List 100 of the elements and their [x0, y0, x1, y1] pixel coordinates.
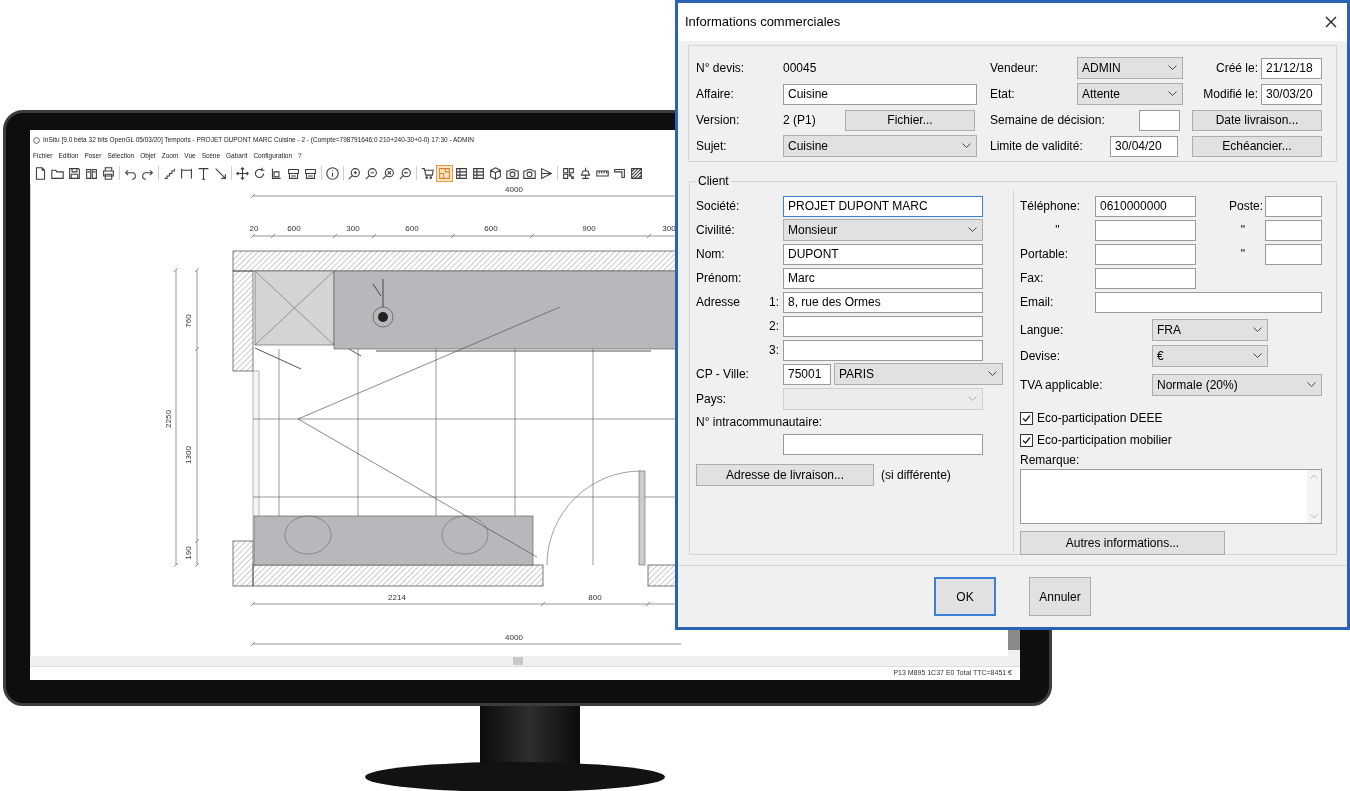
field-label: Affaire:: [696, 86, 735, 103]
quote-number: 00045: [783, 60, 818, 77]
chevron-down-icon: [968, 396, 977, 402]
chevron-down-icon: [1253, 353, 1262, 359]
dimension-label: 760: [184, 314, 193, 328]
field-label: Adresse: [696, 294, 742, 311]
text-field[interactable]: [783, 339, 983, 361]
schedule-button[interactable]: Echéancier...: [1192, 135, 1322, 157]
dimension-label: 300: [346, 224, 360, 233]
text-field[interactable]: [783, 315, 983, 337]
text-field[interactable]: Cuisine: [783, 83, 977, 105]
dimension-label: 4000: [505, 633, 523, 642]
field-label: Téléphone:: [1020, 198, 1082, 215]
dimension-label: 2214: [388, 593, 406, 602]
field-label: Remarque:: [1020, 452, 1081, 469]
field-label: Créé le:: [1214, 60, 1259, 77]
text-field[interactable]: [783, 433, 983, 455]
field-label: Semaine de décision:: [990, 112, 1106, 129]
dropdown[interactable]: FRA: [1152, 319, 1268, 341]
delivery-address-button[interactable]: Adresse de livraison...: [696, 464, 874, 486]
field-label: Pays:: [696, 391, 727, 408]
dimension-label: 190: [184, 546, 193, 560]
text-field[interactable]: 30/04/20: [1110, 135, 1178, 157]
text-field[interactable]: [1095, 243, 1196, 265]
field-label: CP - Ville:: [696, 366, 750, 383]
field-label: Langue:: [1020, 322, 1065, 339]
other-info-button[interactable]: Autres informations...: [1020, 531, 1225, 555]
cancel-button[interactable]: Annuler: [1029, 577, 1091, 616]
address-line-number: 3:: [768, 342, 780, 359]
text-field[interactable]: [1095, 219, 1196, 241]
dimension-label: 20: [249, 224, 259, 233]
checkbox-label: Eco-participation DEEE: [1037, 410, 1163, 427]
info-icon[interactable]: [324, 164, 341, 182]
text-field[interactable]: Marc: [783, 267, 983, 289]
ok-button[interactable]: OK: [934, 577, 996, 616]
field-label: TVA applicable:: [1020, 377, 1104, 394]
chevron-down-icon: [962, 143, 971, 149]
delivery-note: (si différente): [881, 467, 952, 484]
dimension-label: 800: [588, 593, 602, 602]
field-label: Devise:: [1020, 348, 1061, 365]
dropdown[interactable]: Monsieur: [783, 219, 983, 241]
ditto-mark: ": [1054, 222, 1061, 239]
text-field[interactable]: [1265, 243, 1322, 265]
ditto-mark: ": [1239, 222, 1246, 239]
field-label: Version:: [696, 112, 741, 129]
address-line-number: 2:: [768, 318, 780, 335]
dropdown[interactable]: ADMIN: [1077, 57, 1183, 79]
address-line-number: 1:: [768, 294, 780, 311]
field-label: Fax:: [1020, 270, 1045, 287]
chevron-down-icon: [1168, 91, 1177, 97]
field-label: Portable:: [1020, 246, 1070, 263]
checkbox-label: Eco-participation mobilier: [1037, 432, 1172, 449]
text-field[interactable]: [1095, 291, 1322, 313]
text-field[interactable]: [1095, 267, 1196, 289]
field-label: Prénom:: [696, 270, 743, 287]
dimension-label: 900: [582, 224, 596, 233]
printer-icon[interactable]: [100, 164, 117, 182]
checkbox[interactable]: [1020, 411, 1033, 425]
dimension-label: 1300: [184, 446, 193, 464]
field-label: N° devis:: [696, 60, 746, 77]
text-field[interactable]: 8, rue des Ormes: [783, 291, 983, 313]
field-label: Nom:: [696, 246, 726, 263]
close-icon[interactable]: [1325, 16, 1337, 28]
field-label: Modifié le:: [1202, 86, 1259, 103]
text-field[interactable]: DUPONT: [783, 243, 983, 265]
checkbox[interactable]: [1020, 433, 1033, 447]
text-field[interactable]: 21/12/18: [1261, 57, 1322, 79]
move-icon[interactable]: [234, 164, 251, 182]
text-field[interactable]: [1139, 109, 1180, 131]
chevron-down-icon: [1253, 327, 1262, 333]
text-field[interactable]: 0610000000: [1095, 195, 1196, 217]
horizontal-scrollbar[interactable]: [30, 656, 1020, 666]
chevron-down-icon: [1168, 65, 1177, 71]
app-icon: [33, 136, 40, 144]
chevron-down-icon: [1307, 382, 1316, 388]
text-field[interactable]: PROJET DUPONT MARC: [783, 195, 983, 217]
dropdown[interactable]: Attente: [1077, 83, 1183, 105]
text-field[interactable]: [1265, 195, 1322, 217]
dropdown[interactable]: €: [1152, 345, 1268, 367]
version-number: 2 (P1): [783, 112, 817, 129]
ditto-mark: ": [1239, 246, 1246, 263]
file-button[interactable]: Fichier...: [845, 109, 975, 131]
dialog-title: Informations commerciales: [685, 13, 841, 32]
chevron-down-icon: [988, 371, 997, 377]
field-label: Civilité:: [696, 222, 736, 239]
dimension-label: 2250: [164, 410, 173, 428]
dimension-label: 600: [287, 224, 301, 233]
text-field[interactable]: 75001: [783, 363, 831, 385]
cube-icon[interactable]: [487, 164, 504, 182]
dimension-label: 600: [405, 224, 419, 233]
field-label: N° intracommunautaire:: [696, 414, 824, 431]
dropdown[interactable]: PARIS: [834, 363, 1003, 385]
field-label: Sujet:: [696, 138, 728, 155]
field-label: Etat:: [990, 86, 1016, 103]
dropdown[interactable]: Cuisine: [783, 135, 977, 157]
text-field[interactable]: [1265, 219, 1322, 241]
dropdown[interactable]: Normale (20%): [1152, 374, 1322, 396]
text-field[interactable]: 30/03/20: [1261, 83, 1322, 105]
delivery-date-button[interactable]: Date livraison...: [1192, 109, 1322, 131]
dimension-label: 600: [484, 224, 498, 233]
